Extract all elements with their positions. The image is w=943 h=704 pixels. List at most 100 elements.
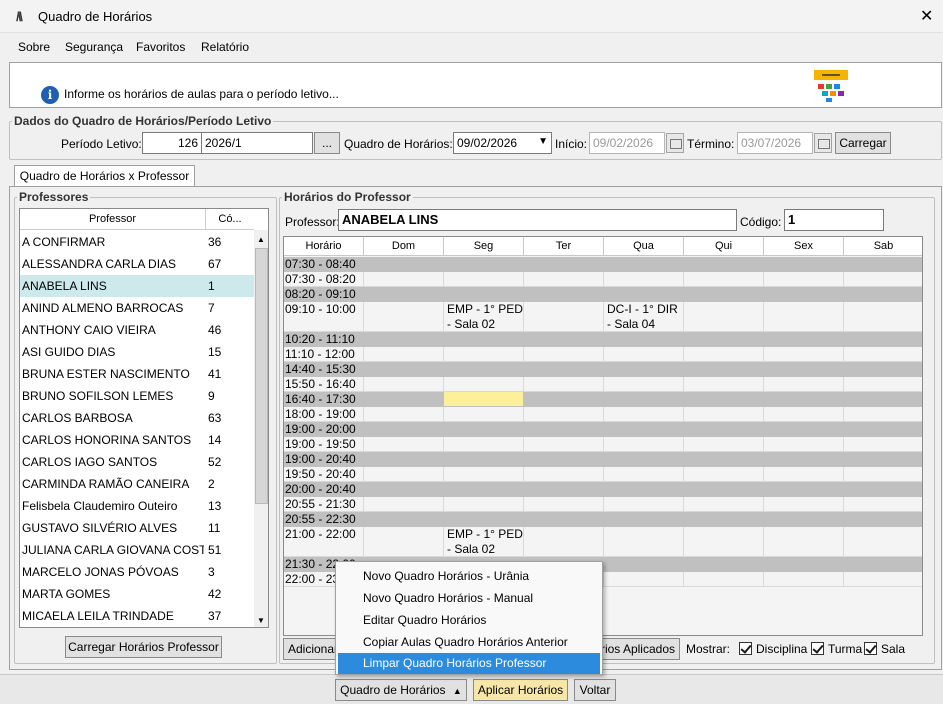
schedule-cell[interactable] xyxy=(764,362,844,377)
schedule-cell[interactable] xyxy=(764,302,844,332)
table-row[interactable]: 08:20 - 09:10 xyxy=(284,287,922,302)
menu-item-editar[interactable]: Editar Quadro Horários xyxy=(338,610,600,631)
schedule-cell[interactable] xyxy=(364,347,444,362)
schedule-cell[interactable]: EMP - 1° PED - Sala 02 xyxy=(444,302,524,332)
table-row[interactable]: 07:30 - 08:40 xyxy=(284,257,922,272)
schedule-cell[interactable] xyxy=(444,377,524,392)
inicio-calendar-icon[interactable] xyxy=(666,133,684,153)
schedule-cell[interactable] xyxy=(684,392,764,407)
scroll-up-icon[interactable]: ▲ xyxy=(257,235,265,244)
schedule-cell[interactable] xyxy=(684,437,764,452)
schedule-cell[interactable] xyxy=(364,287,444,302)
quadro-horarios-menu-button[interactable]: Quadro de Horários ▲ xyxy=(335,679,467,701)
schedule-cell[interactable] xyxy=(444,497,524,512)
schedule-cell[interactable] xyxy=(764,287,844,302)
schedule-cell[interactable] xyxy=(844,422,922,437)
schedule-cell[interactable] xyxy=(684,257,764,272)
periodo-code-field[interactable]: 126 xyxy=(142,132,202,154)
schedule-cell[interactable] xyxy=(524,437,604,452)
schedule-cell[interactable] xyxy=(844,497,922,512)
schedule-cell[interactable] xyxy=(604,452,684,467)
table-row[interactable]: 19:00 - 20:40 xyxy=(284,452,922,467)
schedule-cell[interactable] xyxy=(364,452,444,467)
termino-field[interactable]: 03/07/2026 xyxy=(737,132,813,154)
schedule-cell[interactable] xyxy=(444,257,524,272)
list-item[interactable]: CARMINDA RAMÃO CANEIRA 2 xyxy=(20,473,254,495)
table-row[interactable]: 16:40 - 17:30 xyxy=(284,392,922,407)
menu-relatorio[interactable]: Relatório xyxy=(201,40,249,54)
list-item[interactable]: GUSTAVO SILVÉRIO ALVES 11 xyxy=(20,517,254,539)
carregar-button[interactable]: Carregar xyxy=(835,132,891,154)
schedule-cell[interactable] xyxy=(444,392,524,407)
schedule-cell[interactable] xyxy=(764,452,844,467)
schedule-cell[interactable] xyxy=(844,467,922,482)
schedule-cell[interactable] xyxy=(684,512,764,527)
schedule-cell[interactable] xyxy=(364,302,444,332)
schedule-cell[interactable] xyxy=(684,497,764,512)
schedule-cell[interactable] xyxy=(764,437,844,452)
table-row[interactable]: 20:00 - 20:40 xyxy=(284,482,922,497)
professores-list[interactable]: Professor Có... A CONFIRMAR 36 ALESSANDRA … xyxy=(19,208,269,628)
schedule-cell[interactable] xyxy=(604,362,684,377)
table-row[interactable]: 14:40 - 15:30 xyxy=(284,362,922,377)
termino-calendar-icon[interactable] xyxy=(814,133,832,153)
schedule-cell[interactable] xyxy=(524,257,604,272)
schedule-cell[interactable] xyxy=(844,272,922,287)
schedule-cell[interactable] xyxy=(604,572,684,587)
list-item[interactable]: JULIANA CARLA GIOVANA COSTA 51 xyxy=(20,539,254,561)
schedule-cell[interactable] xyxy=(364,362,444,377)
schedule-cell[interactable] xyxy=(604,467,684,482)
list-item[interactable]: ASI GUIDO DIAS 15 xyxy=(20,341,254,363)
schedule-cell[interactable] xyxy=(764,422,844,437)
disciplina-checkbox[interactable] xyxy=(739,642,752,655)
list-item[interactable]: Felisbela Claudemiro Outeiro 13 xyxy=(20,495,254,517)
schedule-cell[interactable] xyxy=(604,332,684,347)
schedule-cell[interactable] xyxy=(524,302,604,332)
schedule-cell[interactable]: EMP - 1° PED - Sala 02 xyxy=(444,527,524,557)
schedule-cell[interactable] xyxy=(364,467,444,482)
schedule-cell[interactable] xyxy=(604,347,684,362)
scroll-thumb[interactable] xyxy=(255,248,268,504)
schedule-cell[interactable] xyxy=(524,272,604,287)
table-row[interactable]: 19:00 - 19:50 xyxy=(284,437,922,452)
schedule-cell[interactable] xyxy=(764,392,844,407)
schedule-cell[interactable] xyxy=(364,332,444,347)
table-row[interactable]: 18:00 - 19:00 xyxy=(284,407,922,422)
table-row[interactable]: 21:00 - 22:00 EMP - 1° PED - Sala 02 xyxy=(284,527,922,557)
schedule-cell[interactable] xyxy=(364,377,444,392)
schedule-cell[interactable] xyxy=(844,572,922,587)
schedule-cell[interactable] xyxy=(604,392,684,407)
schedule-cell[interactable] xyxy=(604,512,684,527)
schedule-cell[interactable] xyxy=(684,272,764,287)
schedule-cell[interactable] xyxy=(604,287,684,302)
schedule-cell[interactable] xyxy=(684,482,764,497)
schedule-cell[interactable] xyxy=(524,362,604,377)
tab-quadro-professor[interactable]: Quadro de Horários x Professor xyxy=(14,165,195,187)
schedule-cell[interactable] xyxy=(684,422,764,437)
table-row[interactable]: 09:10 - 10:00 EMP - 1° PED - Sala 02 DC-I … xyxy=(284,302,922,332)
schedule-cell[interactable] xyxy=(364,497,444,512)
adicionar-button[interactable]: Adicionar xyxy=(283,638,343,660)
column-header[interactable]: Ter xyxy=(524,237,604,256)
schedule-cell[interactable] xyxy=(604,482,684,497)
table-row[interactable]: 10:20 - 11:10 xyxy=(284,332,922,347)
schedule-cell[interactable] xyxy=(604,257,684,272)
column-header[interactable]: Sab xyxy=(844,237,922,256)
column-header[interactable]: Qua xyxy=(604,237,684,256)
schedule-cell[interactable] xyxy=(684,287,764,302)
schedule-cell[interactable] xyxy=(764,512,844,527)
col-codigo-header[interactable]: Có... xyxy=(205,209,254,230)
schedule-cell[interactable] xyxy=(684,347,764,362)
schedule-cell[interactable] xyxy=(444,272,524,287)
menu-item-novo-urania[interactable]: Novo Quadro Horários - Urânia xyxy=(338,566,600,587)
schedule-cell[interactable] xyxy=(684,407,764,422)
schedule-cell[interactable] xyxy=(524,482,604,497)
table-row[interactable]: 11:10 - 12:00 xyxy=(284,347,922,362)
table-row[interactable]: 07:30 - 08:20 xyxy=(284,272,922,287)
carregar-horarios-button[interactable]: Carregar Horários Professor xyxy=(65,636,222,658)
list-item[interactable]: MICAELA LEILA TRINDADE 37 xyxy=(20,605,254,627)
menu-seguranca[interactable]: Segurança xyxy=(65,40,123,54)
schedule-cell[interactable] xyxy=(764,332,844,347)
schedule-cell[interactable] xyxy=(444,467,524,482)
schedule-cell[interactable] xyxy=(444,362,524,377)
